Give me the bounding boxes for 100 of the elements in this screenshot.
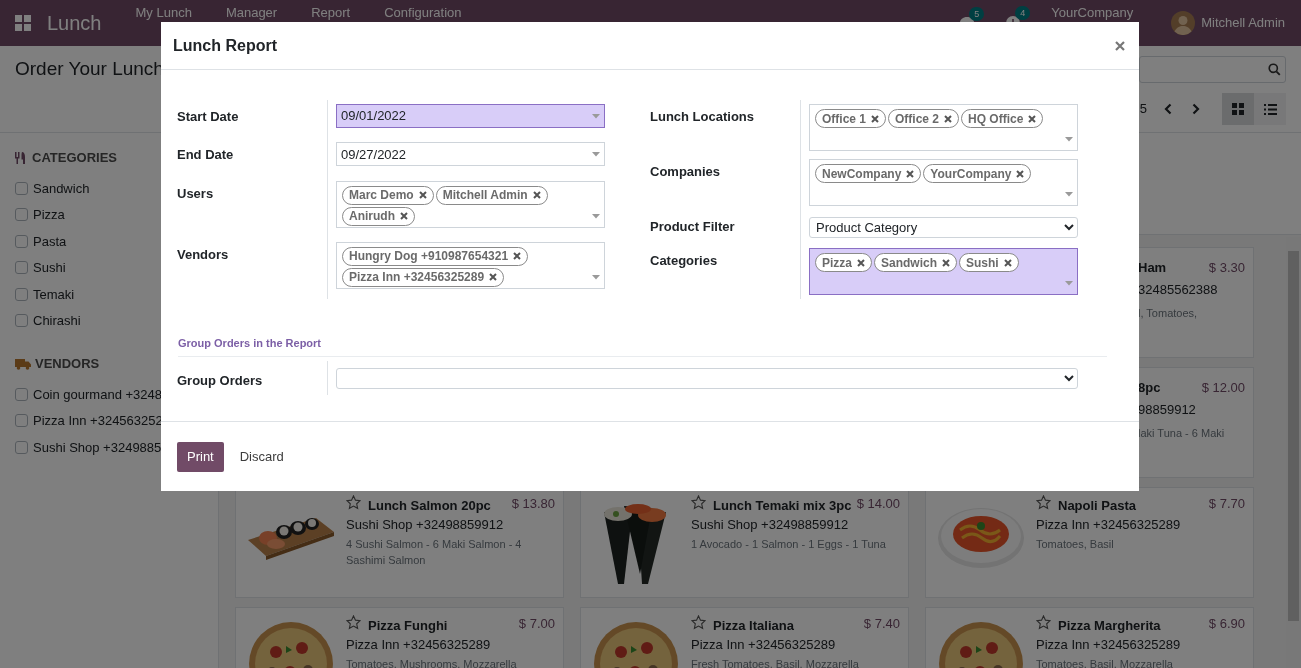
vendor-name: Pizza Inn +32456325289 [1036,635,1182,653]
tag[interactable]: Mitchell Admin [435,185,548,205]
tag[interactable]: Hungry Dog +910987654321 [342,246,529,266]
tags-field[interactable]: Marc Demo Mitchell Admin Anirudh [336,180,605,228]
checkbox[interactable] [15,440,28,454]
caret-icon [1065,192,1073,197]
field-label: Companies [650,163,722,181]
remove-icon[interactable] [1028,114,1037,123]
checkbox[interactable] [15,261,28,275]
tag[interactable]: HQ Office [961,109,1044,128]
remove-icon[interactable] [944,114,953,123]
field-label: Product Filter [650,218,736,236]
checkbox[interactable] [15,181,28,195]
select-field[interactable] [336,367,1078,389]
star-icon[interactable] [691,495,706,510]
star-icon[interactable] [346,615,361,630]
product-price: $ 13.80 [511,495,555,513]
tag[interactable]: Marc Demo [342,185,434,205]
vendor-name: Pizza Inn +32456325289 [691,635,837,653]
product-price: $ 12.00 [1201,379,1245,397]
tags-field[interactable]: Office 1 Office 2 HQ Office [809,104,1078,151]
filter-option[interactable]: Coin gourmand +3248 [33,384,162,404]
apps-menu-icon[interactable] [15,15,31,31]
menu-item[interactable]: Configuration [382,5,464,20]
remove-icon[interactable] [400,212,408,220]
menu-item[interactable]: My Lunch [133,5,194,20]
filter-option[interactable]: Temaki [33,284,75,304]
product-description: laki Tuna - 6 Maki [1138,426,1226,441]
tag[interactable]: NewCompany [815,164,922,183]
date-field[interactable]: 09/01/2022 [336,104,605,128]
company-switcher[interactable]: YourCompany [1051,5,1134,20]
filter-option[interactable]: Pizza Inn +324563252 [33,411,163,431]
print-button[interactable]: Print [177,441,224,472]
remove-icon[interactable] [418,191,427,199]
remove-icon[interactable] [513,252,522,261]
product-card[interactable]: Pizza Funghi $ 7.00 Pizza Inn +32456325289 Tomatoes, Mushrooms, Mozzarella [235,607,564,668]
remove-icon[interactable] [532,191,541,199]
remove-icon[interactable] [489,273,498,282]
vendor-name: Sushi Shop +32498859912 [346,515,505,533]
discard-button[interactable]: Discard [225,441,298,472]
checkbox[interactable] [15,208,28,222]
date-field[interactable]: 09/27/2022 [336,142,605,167]
star-icon[interactable] [1036,495,1051,510]
remove-icon[interactable] [1003,258,1012,267]
tag[interactable]: YourCompany [923,164,1032,183]
checkbox[interactable] [15,387,28,401]
checkbox[interactable] [15,314,28,328]
tag[interactable]: Sushi [959,253,1019,272]
filter-option[interactable]: Sandwich [33,178,90,198]
user-menu[interactable]: Mitchell Admin [1201,13,1285,33]
filter-option[interactable]: Chirashi [33,311,81,331]
tags-field[interactable]: Hungry Dog +910987654321 Pizza Inn +32456325289 [336,241,605,289]
remove-icon[interactable] [1016,169,1025,178]
checkbox[interactable] [15,414,28,428]
vendor-name: Pizza Inn +32456325289 [346,635,492,653]
star-icon[interactable] [691,615,706,630]
kanban-view-button[interactable] [1222,93,1254,125]
tag[interactable]: Office 1 [815,109,886,128]
menu-item[interactable]: Report [309,5,353,20]
caret-icon [1065,137,1073,142]
tags-field[interactable]: NewCompany YourCompany [809,159,1078,206]
vendor-name: 32485562388 [1138,280,1219,299]
checkbox[interactable] [15,287,28,301]
tag[interactable]: Anirudh [342,206,415,226]
filter-option[interactable]: Sushi Shop +3249885 [33,437,162,457]
product-card[interactable]: Napoli Pasta $ 7.70 Pizza Inn +32456325289 Tomatoes, Basil [925,487,1254,598]
select-field[interactable]: Product Category [809,217,1078,238]
star-icon[interactable] [346,495,361,510]
tag[interactable]: Office 2 [888,109,960,128]
next-icon[interactable] [1191,103,1201,115]
product-name: Pizza Italiana [713,617,794,635]
avatar-icon[interactable] [1171,11,1196,35]
cutlery-icon [15,152,25,164]
filter-option[interactable]: Sushi [33,258,66,278]
field-label: Categories [650,252,719,270]
remove-icon[interactable] [906,169,915,178]
product-card[interactable]: Pizza Margherita $ 6.90 Pizza Inn +32456325289 Tomatoes, Basil, Mozzarella [925,607,1254,668]
tags-field[interactable]: Pizza Sandwich Sushi [809,248,1078,295]
close-icon[interactable] [1115,40,1125,51]
tag[interactable]: Pizza [815,253,872,272]
filter-option[interactable]: Pizza [33,205,65,225]
list-view-button[interactable] [1254,93,1286,125]
star-icon[interactable] [1036,615,1051,630]
filter-option[interactable]: Pasta [33,231,67,251]
checkbox[interactable] [15,234,28,248]
product-price: $ 6.90 [1208,615,1245,633]
remove-icon[interactable] [857,258,865,267]
previous-icon[interactable] [1163,103,1173,115]
app-title[interactable]: Lunch [47,8,102,38]
tag[interactable]: Pizza Inn +32456325289 [342,267,505,287]
product-name: Pizza Funghi [368,617,448,635]
product-card[interactable]: Pizza Italiana $ 7.40 Pizza Inn +32456325289 Fresh Tomatoes, Basil, Mozzarella [580,607,909,668]
menu-item[interactable]: Manager [223,5,280,20]
product-price: $ 3.30 [1208,259,1245,277]
remove-icon[interactable] [942,258,951,267]
search-field[interactable] [1139,55,1286,83]
remove-icon[interactable] [871,114,879,123]
tag[interactable]: Sandwich [874,253,958,272]
pager-value: 5 [1139,100,1147,119]
product-name: Ham [1138,259,1167,277]
